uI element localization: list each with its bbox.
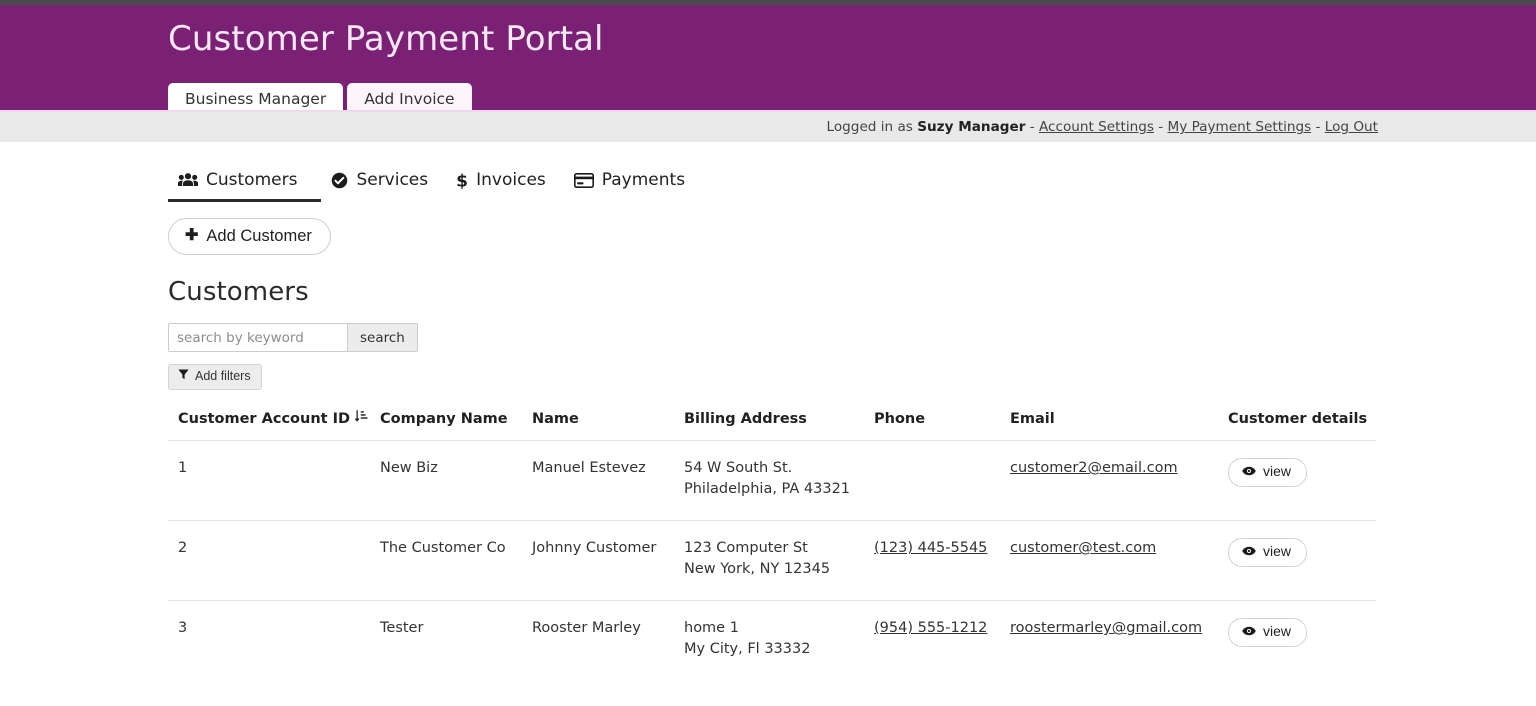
address-line-1: 123 Computer St	[684, 538, 854, 559]
cell-customer-account-id: 3	[168, 601, 370, 681]
cell-phone: (954) 555-1212	[864, 601, 1000, 681]
cell-email: roostermarley@gmail.com	[1000, 601, 1218, 681]
column-header-name[interactable]: Name	[522, 410, 674, 441]
cell-customer-details: view	[1218, 601, 1376, 681]
cell-email: customer@test.com	[1000, 521, 1218, 601]
users-icon	[178, 172, 198, 188]
cell-name: Rooster Marley	[522, 601, 674, 681]
separator-2: -	[1158, 119, 1163, 135]
cell-customer-account-id: 2	[168, 521, 370, 601]
search-button[interactable]: search	[347, 323, 418, 352]
add-customer-button[interactable]: ✚ Add Customer	[168, 218, 331, 255]
log-out-link[interactable]: Log Out	[1325, 119, 1378, 135]
email-link[interactable]: customer@test.com	[1010, 540, 1156, 556]
my-payment-settings-link[interactable]: My Payment Settings	[1168, 119, 1312, 135]
phone-link[interactable]: (954) 555-1212	[874, 620, 987, 636]
section-heading: Customers	[168, 277, 1376, 307]
logged-in-username: Suzy Manager	[917, 119, 1025, 135]
eye-icon	[1242, 624, 1256, 639]
view-customer-label: view	[1263, 544, 1291, 559]
search-bar: search	[168, 323, 1376, 352]
phone-link[interactable]: (123) 445-5545	[874, 540, 987, 556]
column-header-customer-account-id[interactable]: Customer Account ID	[168, 410, 370, 441]
tab-services-label: Services	[356, 170, 428, 190]
column-header-company-name[interactable]: Company Name	[370, 410, 522, 441]
cell-billing-address: home 1 My City, Fl 33332	[674, 601, 864, 681]
credit-card-icon	[574, 173, 594, 188]
address-line-2: New York, NY 12345	[684, 559, 854, 580]
cell-phone: (123) 445-5545	[864, 521, 1000, 601]
account-settings-link[interactable]: Account Settings	[1039, 119, 1154, 135]
main-content: Customers Services $ Invoices	[0, 142, 1536, 680]
column-header-billing-address[interactable]: Billing Address	[674, 410, 864, 441]
logged-in-prefix: Logged in as	[827, 119, 913, 135]
tab-invoices-label: Invoices	[476, 170, 546, 190]
app-page: Customer Payment Portal Business Manager…	[0, 0, 1536, 706]
tab-invoices[interactable]: $ Invoices	[446, 170, 564, 202]
address-line-2: My City, Fl 33332	[684, 639, 854, 660]
check-circle-icon	[331, 172, 348, 189]
cell-company-name: Tester	[370, 601, 522, 681]
add-customer-label: Add Customer	[206, 227, 311, 245]
add-filters-button[interactable]: Add filters	[168, 364, 262, 390]
sort-amount-down-icon[interactable]	[355, 410, 368, 427]
login-status-bar: Logged in as Suzy Manager - Account Sett…	[0, 110, 1536, 142]
tab-payments-label: Payments	[602, 170, 685, 190]
tab-customers[interactable]: Customers	[168, 170, 321, 202]
address-line-1: home 1	[684, 618, 854, 639]
cell-email: customer2@email.com	[1000, 441, 1218, 521]
eye-icon	[1242, 544, 1256, 559]
plus-icon: ✚	[185, 228, 198, 244]
separator-3: -	[1316, 119, 1321, 135]
tab-payments[interactable]: Payments	[564, 170, 703, 202]
separator-1: -	[1030, 119, 1035, 135]
search-input[interactable]	[168, 323, 348, 352]
cell-company-name: The Customer Co	[370, 521, 522, 601]
customers-table: Customer Account ID Compan	[168, 410, 1376, 680]
view-customer-button[interactable]: view	[1228, 538, 1307, 566]
table-row: 2 The Customer Co Johnny Customer 123 Co…	[168, 521, 1376, 601]
page-title: Customer Payment Portal	[168, 19, 604, 60]
column-header-customer-details: Customer details	[1218, 410, 1376, 441]
cell-company-name: New Biz	[370, 441, 522, 521]
filter-icon	[178, 369, 189, 384]
tab-customers-label: Customers	[206, 170, 297, 190]
column-header-email[interactable]: Email	[1000, 410, 1218, 441]
masthead: Customer Payment Portal Business Manager…	[0, 5, 1536, 110]
view-customer-button[interactable]: view	[1228, 458, 1307, 486]
add-filters-label: Add filters	[195, 369, 251, 384]
view-customer-label: view	[1263, 624, 1291, 639]
table-row: 3 Tester Rooster Marley home 1 My City, …	[168, 601, 1376, 681]
svg-text:$: $	[456, 171, 468, 190]
cell-name: Manuel Estevez	[522, 441, 674, 521]
section-tab-bar: Customers Services $ Invoices	[168, 164, 1376, 202]
view-customer-button[interactable]: view	[1228, 618, 1307, 646]
view-customer-label: view	[1263, 464, 1291, 479]
login-status-text: Logged in as Suzy Manager - Account Sett…	[827, 119, 1378, 135]
cell-phone	[864, 441, 1000, 521]
eye-icon	[1242, 464, 1256, 479]
cell-customer-details: view	[1218, 521, 1376, 601]
table-header-row: Customer Account ID Compan	[168, 410, 1376, 441]
cell-customer-account-id: 1	[168, 441, 370, 521]
column-header-customer-account-id-label: Customer Account ID	[178, 411, 350, 427]
dollar-sign-icon: $	[456, 171, 468, 190]
email-link[interactable]: roostermarley@gmail.com	[1010, 620, 1202, 636]
cell-billing-address: 54 W South St. Philadelphia, PA 43321	[674, 441, 864, 521]
address-line-1: 54 W South St.	[684, 458, 854, 479]
cell-name: Johnny Customer	[522, 521, 674, 601]
column-header-phone[interactable]: Phone	[864, 410, 1000, 441]
cell-customer-details: view	[1218, 441, 1376, 521]
cell-billing-address: 123 Computer St New York, NY 12345	[674, 521, 864, 601]
email-link[interactable]: customer2@email.com	[1010, 460, 1178, 476]
table-row: 1 New Biz Manuel Estevez 54 W South St. …	[168, 441, 1376, 521]
address-line-2: Philadelphia, PA 43321	[684, 479, 854, 500]
tab-services[interactable]: Services	[321, 170, 446, 202]
